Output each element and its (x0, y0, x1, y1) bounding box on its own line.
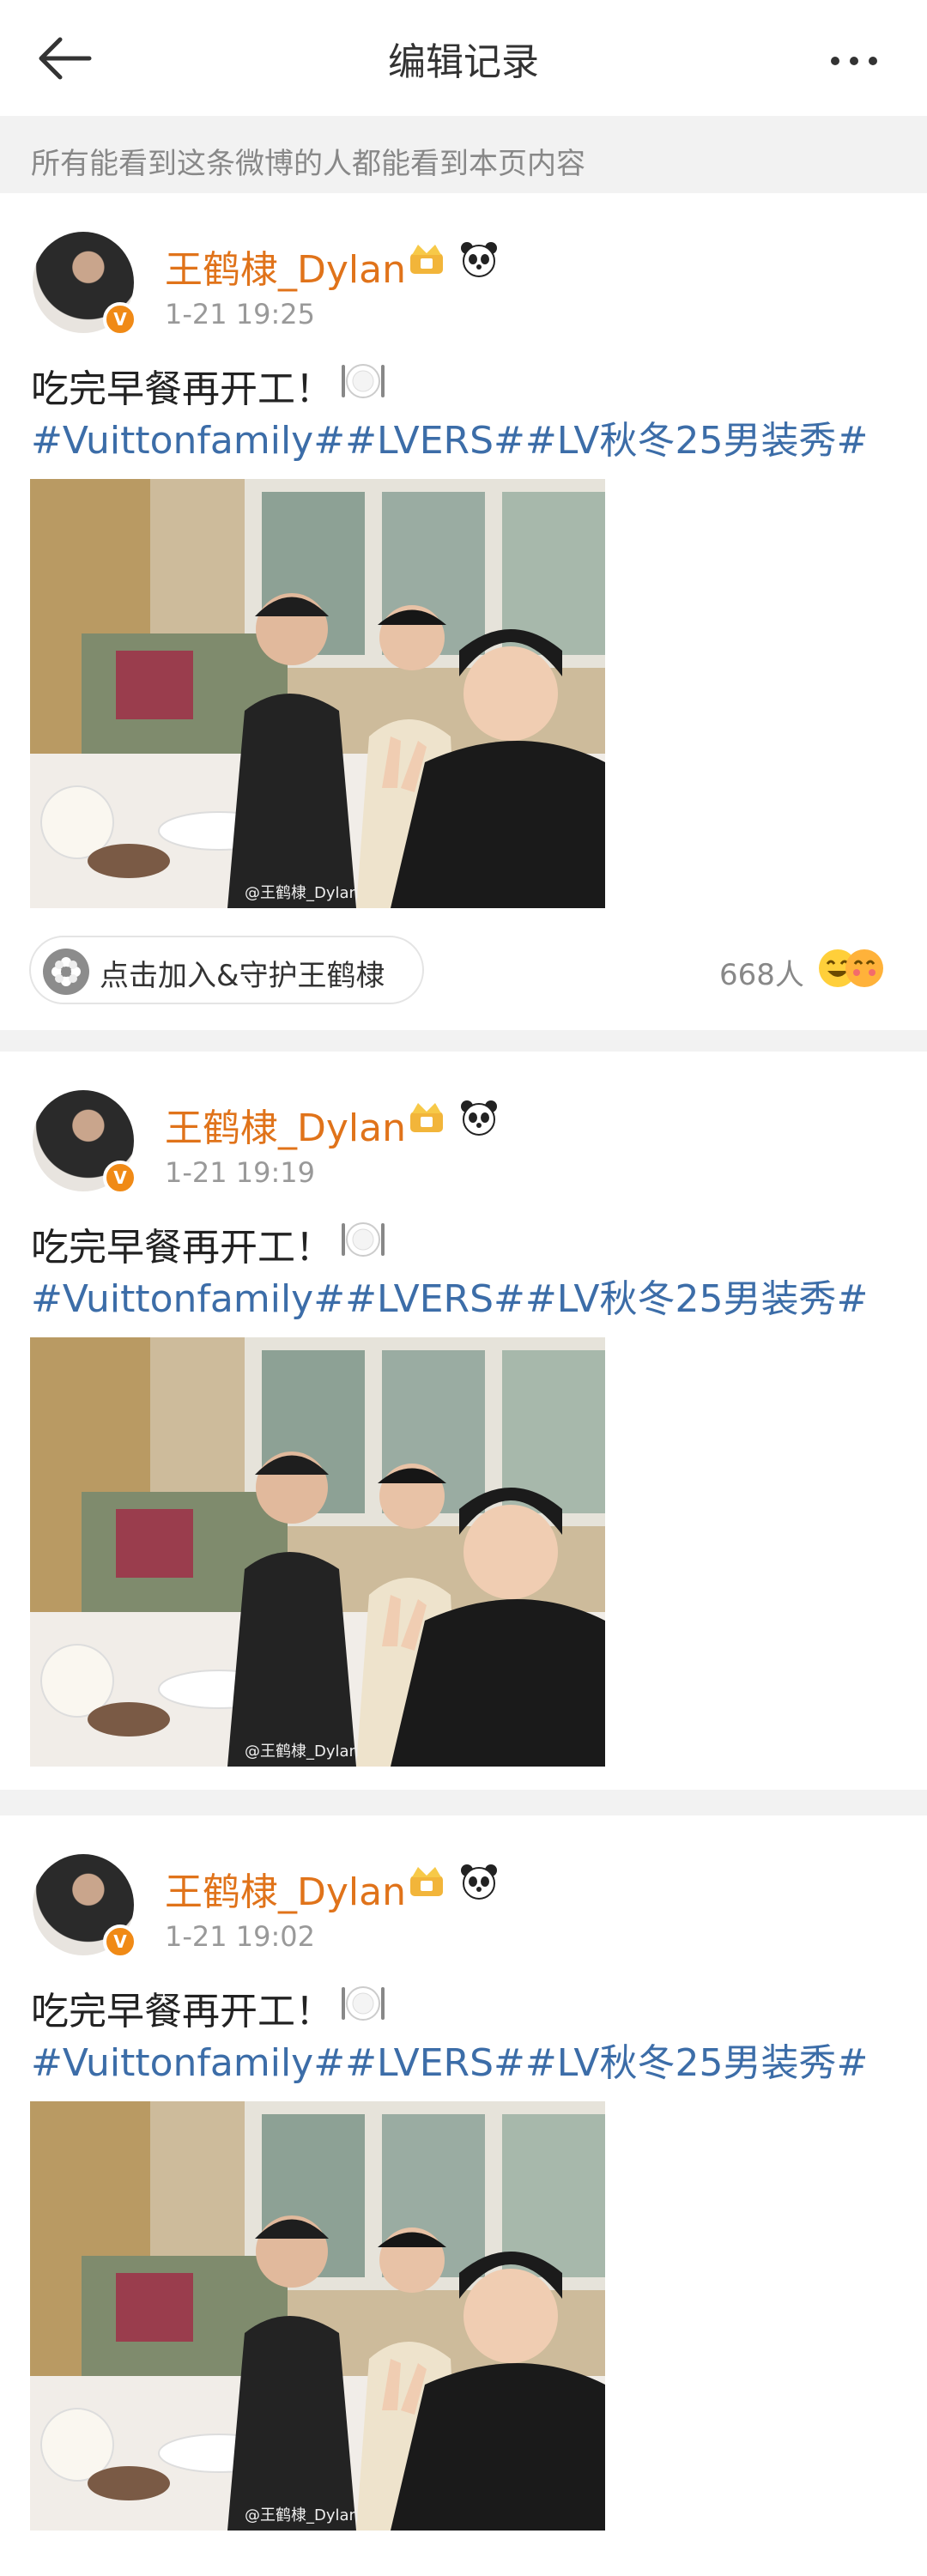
topic-tags[interactable]: #Vuittonfamily##LVERS##LV秋冬25男装秀# (31, 2032, 868, 2087)
panda-badge-icon (461, 242, 497, 277)
more-button[interactable] (824, 38, 893, 81)
username[interactable]: 王鹤棣_Dylan (165, 1861, 406, 1916)
post-text: 吃完早餐再开工！ (31, 1990, 333, 2034)
username[interactable]: 王鹤棣_Dylan (165, 1097, 406, 1152)
photo-image (30, 2101, 605, 2531)
post-text: 吃完早餐再开工！ (31, 1226, 333, 1270)
post-photo[interactable]: @王鹤棣_Dylan (30, 479, 605, 908)
panda-badge-icon (461, 1100, 497, 1136)
verified-badge-icon: V (103, 1924, 137, 1959)
crown-badge-icon (410, 1867, 443, 1896)
topic-tags[interactable]: #Vuittonfamily##LVERS##LV秋冬25男装秀# (31, 409, 868, 464)
more-dots-icon (831, 57, 839, 65)
photo-image (30, 1337, 605, 1767)
post-time: 1-21 19:19 (165, 1156, 316, 1189)
laughing-emoji-icon (819, 949, 883, 987)
post-time: 1-21 19:25 (165, 298, 316, 330)
panda-badge-icon (461, 1864, 497, 1900)
crown-badge-icon (410, 245, 443, 274)
fan-button-label: 点击加入&守护王鹤棣 (100, 959, 385, 993)
avatar[interactable]: V (33, 1090, 137, 1195)
avatar[interactable]: V (33, 1854, 137, 1959)
photo-image (30, 479, 605, 908)
post-photo[interactable]: @王鹤棣_Dylan (30, 1337, 605, 1767)
post-card: V 王鹤棣_Dylan 1-21 19:19 吃完早餐再开工！ #Vuitton… (0, 1052, 927, 1790)
visibility-notice: 所有能看到这条微博的人都能看到本页内容 (0, 116, 927, 193)
photo-watermark: @王鹤棣_Dylan (245, 1743, 359, 1761)
page-title: 编辑记录 (388, 40, 539, 84)
post-text: 吃完早餐再开工！ (31, 367, 333, 411)
avatar[interactable]: V (33, 232, 137, 336)
flower-icon (43, 949, 89, 995)
crown-badge-icon (410, 1103, 443, 1132)
photo-watermark: @王鹤棣_Dylan (245, 2506, 359, 2524)
post-time: 1-21 19:02 (165, 1920, 316, 1953)
username[interactable]: 王鹤棣_Dylan (165, 239, 406, 294)
post-card: V 王鹤棣_Dylan 1-21 19:02 吃完早餐再开工！ #Vuitton… (0, 1815, 927, 2576)
topic-tags[interactable]: #Vuittonfamily##LVERS##LV秋冬25男装秀# (31, 1268, 868, 1323)
fan-count: 668人 (719, 958, 804, 992)
top-bar: 编辑记录 (0, 0, 927, 116)
post-photo[interactable]: @王鹤棣_Dylan (30, 2101, 605, 2531)
plate-fork-knife-icon (342, 1222, 385, 1257)
plate-fork-knife-icon (342, 364, 385, 398)
notice-text: 所有能看到这条微博的人都能看到本页内容 (31, 147, 585, 181)
photo-watermark: @王鹤棣_Dylan (245, 884, 359, 902)
join-fan-club-button[interactable]: 点击加入&守护王鹤棣 (29, 936, 424, 1004)
plate-fork-knife-icon (342, 1986, 385, 2021)
verified-badge-icon: V (103, 1161, 137, 1195)
verified-badge-icon: V (103, 302, 137, 336)
post-card: V 王鹤棣_Dylan 1-21 19:25 吃完早餐再开工！ #Vuitton… (0, 193, 927, 1030)
